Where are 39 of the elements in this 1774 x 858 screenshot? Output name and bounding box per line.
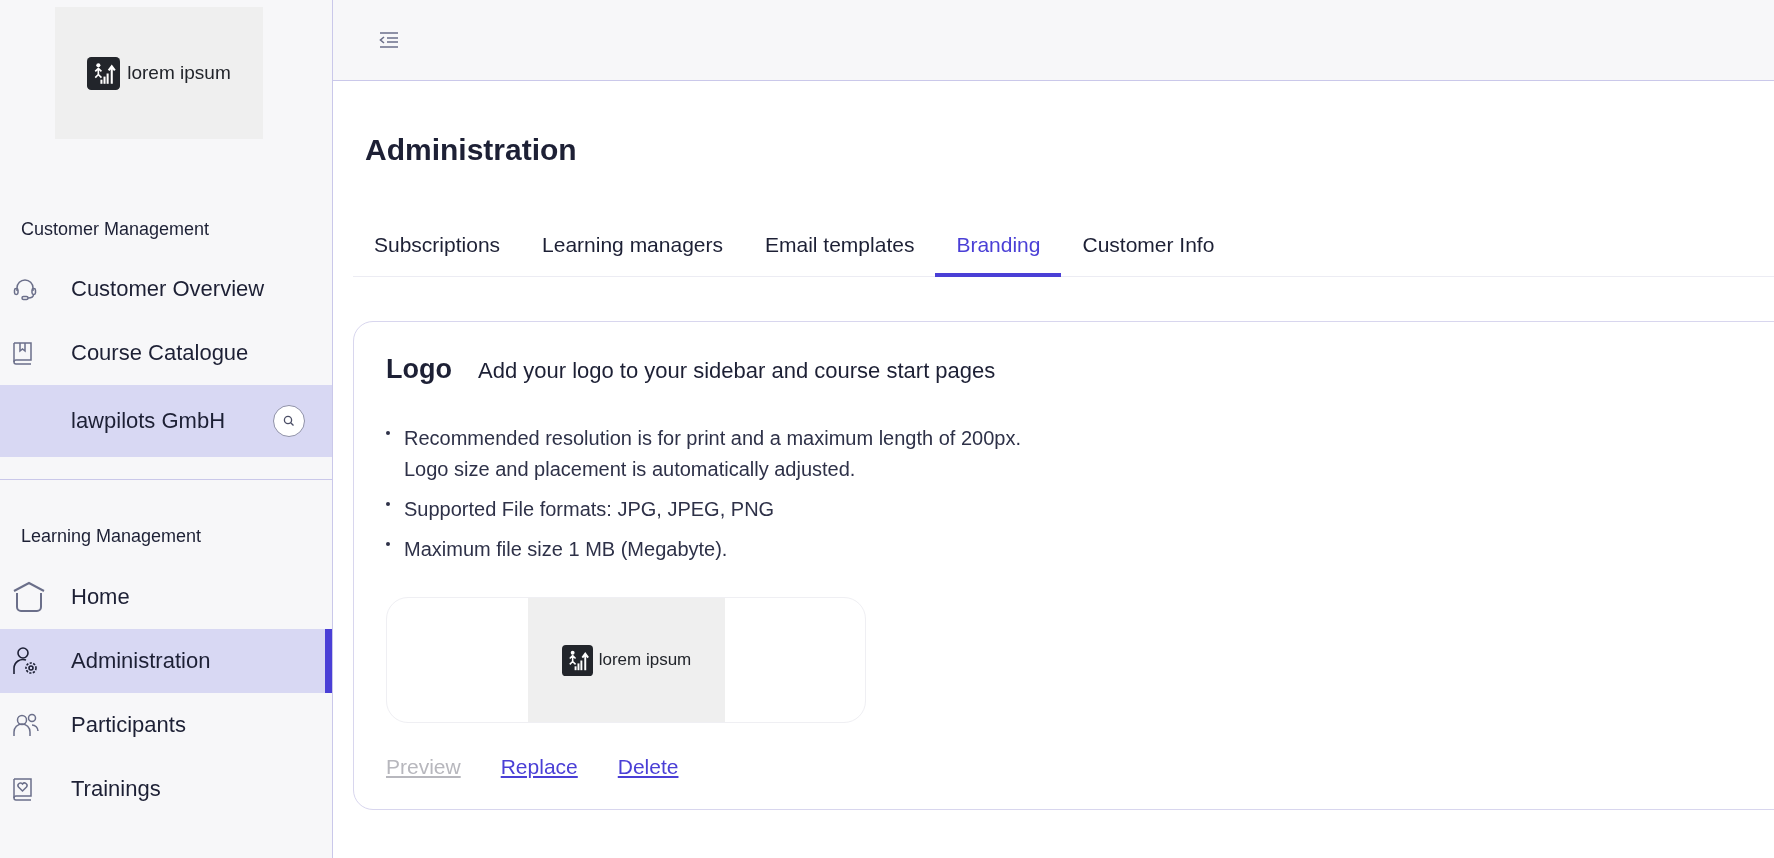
card-subtitle: Add your logo to your sidebar and course start pages — [478, 358, 996, 384]
logo-mark-icon — [561, 644, 593, 676]
logo-text: lorem ipsum — [598, 650, 692, 670]
tab[interactable]: Email templates — [744, 225, 936, 277]
search-icon — [283, 415, 295, 427]
bullet-dot — [386, 502, 390, 506]
headset-icon — [12, 276, 38, 302]
nav-item[interactable]: Customer Overview — [0, 257, 332, 321]
book-icon — [12, 341, 34, 365]
page-title: Administration — [365, 133, 578, 167]
tab[interactable]: Learning managers — [521, 225, 744, 277]
section-heading: Customer Management — [20, 219, 211, 240]
nav-item[interactable]: Course Catalogue — [0, 321, 332, 385]
tab[interactable]: Subscriptions — [353, 225, 522, 277]
nav-item[interactable]: Home — [0, 565, 332, 629]
card-title: Logo — [386, 354, 452, 385]
home-icon — [12, 581, 46, 613]
bullet-dot — [386, 431, 390, 435]
requirement-text: Recommended resolution is for print and a maximum length of 200px. — [404, 426, 1021, 451]
nav-item[interactable]: Trainings — [0, 757, 332, 821]
requirement-text: Supported File formats: JPG, JPEG, PNG — [404, 497, 775, 522]
action-link[interactable]: Replace — [500, 755, 578, 779]
tab[interactable]: Branding — [935, 225, 1062, 277]
requirement-text: Maximum file size 1 MB (Megabyte). — [404, 537, 728, 562]
customer-item[interactable]: lawpilots GmbH — [0, 385, 332, 457]
nav-item[interactable]: Participants — [0, 693, 332, 757]
section-heading: Learning Management — [20, 526, 203, 547]
user-gear-icon — [12, 646, 40, 676]
nav-item[interactable]: Administration — [0, 629, 332, 693]
users-icon — [12, 713, 40, 737]
bullet-dot — [386, 542, 390, 546]
action-link[interactable]: Delete — [617, 755, 679, 779]
collapse-sidebar-button[interactable] — [378, 31, 400, 49]
book-heart-icon — [12, 777, 34, 801]
logo-text: lorem ipsum — [127, 62, 231, 84]
logo-mark-icon — [87, 56, 121, 90]
tab[interactable]: Customer Info — [1061, 225, 1236, 277]
search-button[interactable] — [273, 405, 305, 437]
requirement-text: Logo size and placement is automatically adjusted. — [404, 457, 857, 482]
